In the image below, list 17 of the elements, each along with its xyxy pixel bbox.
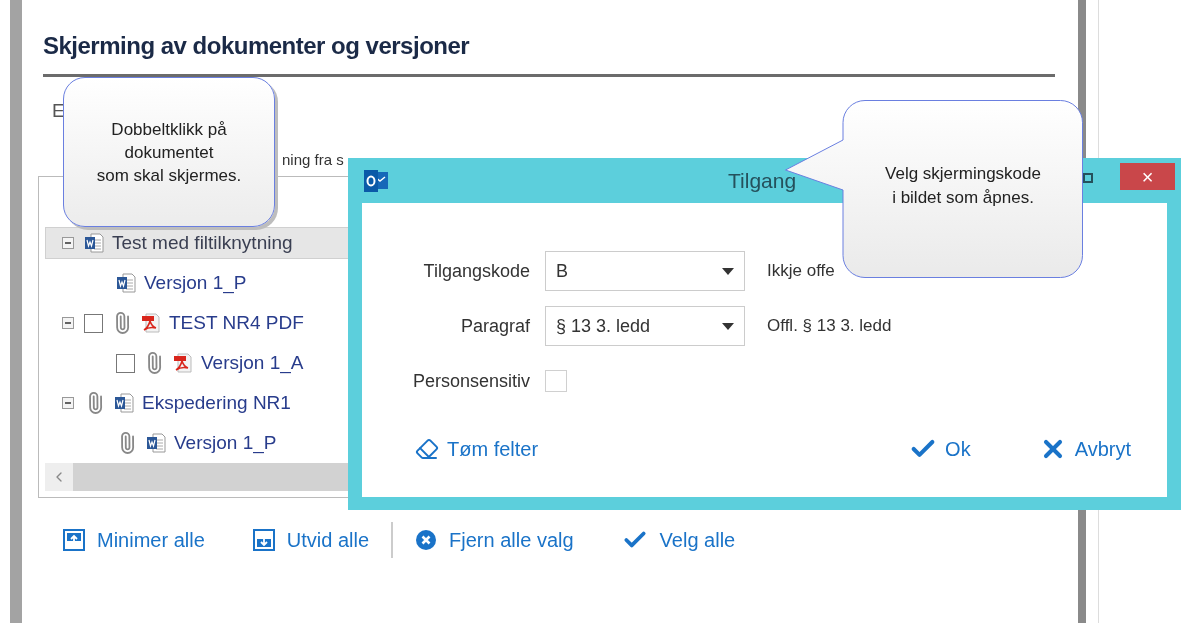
tree-item-label: Versjon 1_P — [174, 430, 277, 456]
dialog-title: Tilgang — [728, 167, 797, 194]
field-label: Paragraf — [459, 314, 531, 338]
partial-text: E — [52, 101, 66, 120]
field-description: Offl. § 13 3. ledd — [767, 315, 892, 338]
field-label: Personsensitiv — [411, 369, 531, 393]
partial-text: ning fra s — [282, 152, 345, 167]
callout: Dobbeltklikk på dokumentet som skal skjermes. — [63, 77, 275, 227]
callout-text: Velg skjermingskode i bildet som åpnes. — [884, 163, 1042, 209]
tree-item-label: TEST NR4 PDF — [169, 310, 304, 335]
tree-item-label: Versjon 1_P — [144, 270, 247, 296]
tree-item-label: Ekspedering NR1 — [142, 390, 291, 415]
tree-item-label: Test med filtilknytning — [112, 230, 293, 255]
tree-item-label: Versjon 1_A — [201, 350, 304, 376]
field-label: Tilgangskode — [422, 259, 531, 283]
field-description: Ikkje offe — [767, 260, 835, 283]
page-title: Skjerming av dokumenter og versjoner — [43, 31, 471, 61]
